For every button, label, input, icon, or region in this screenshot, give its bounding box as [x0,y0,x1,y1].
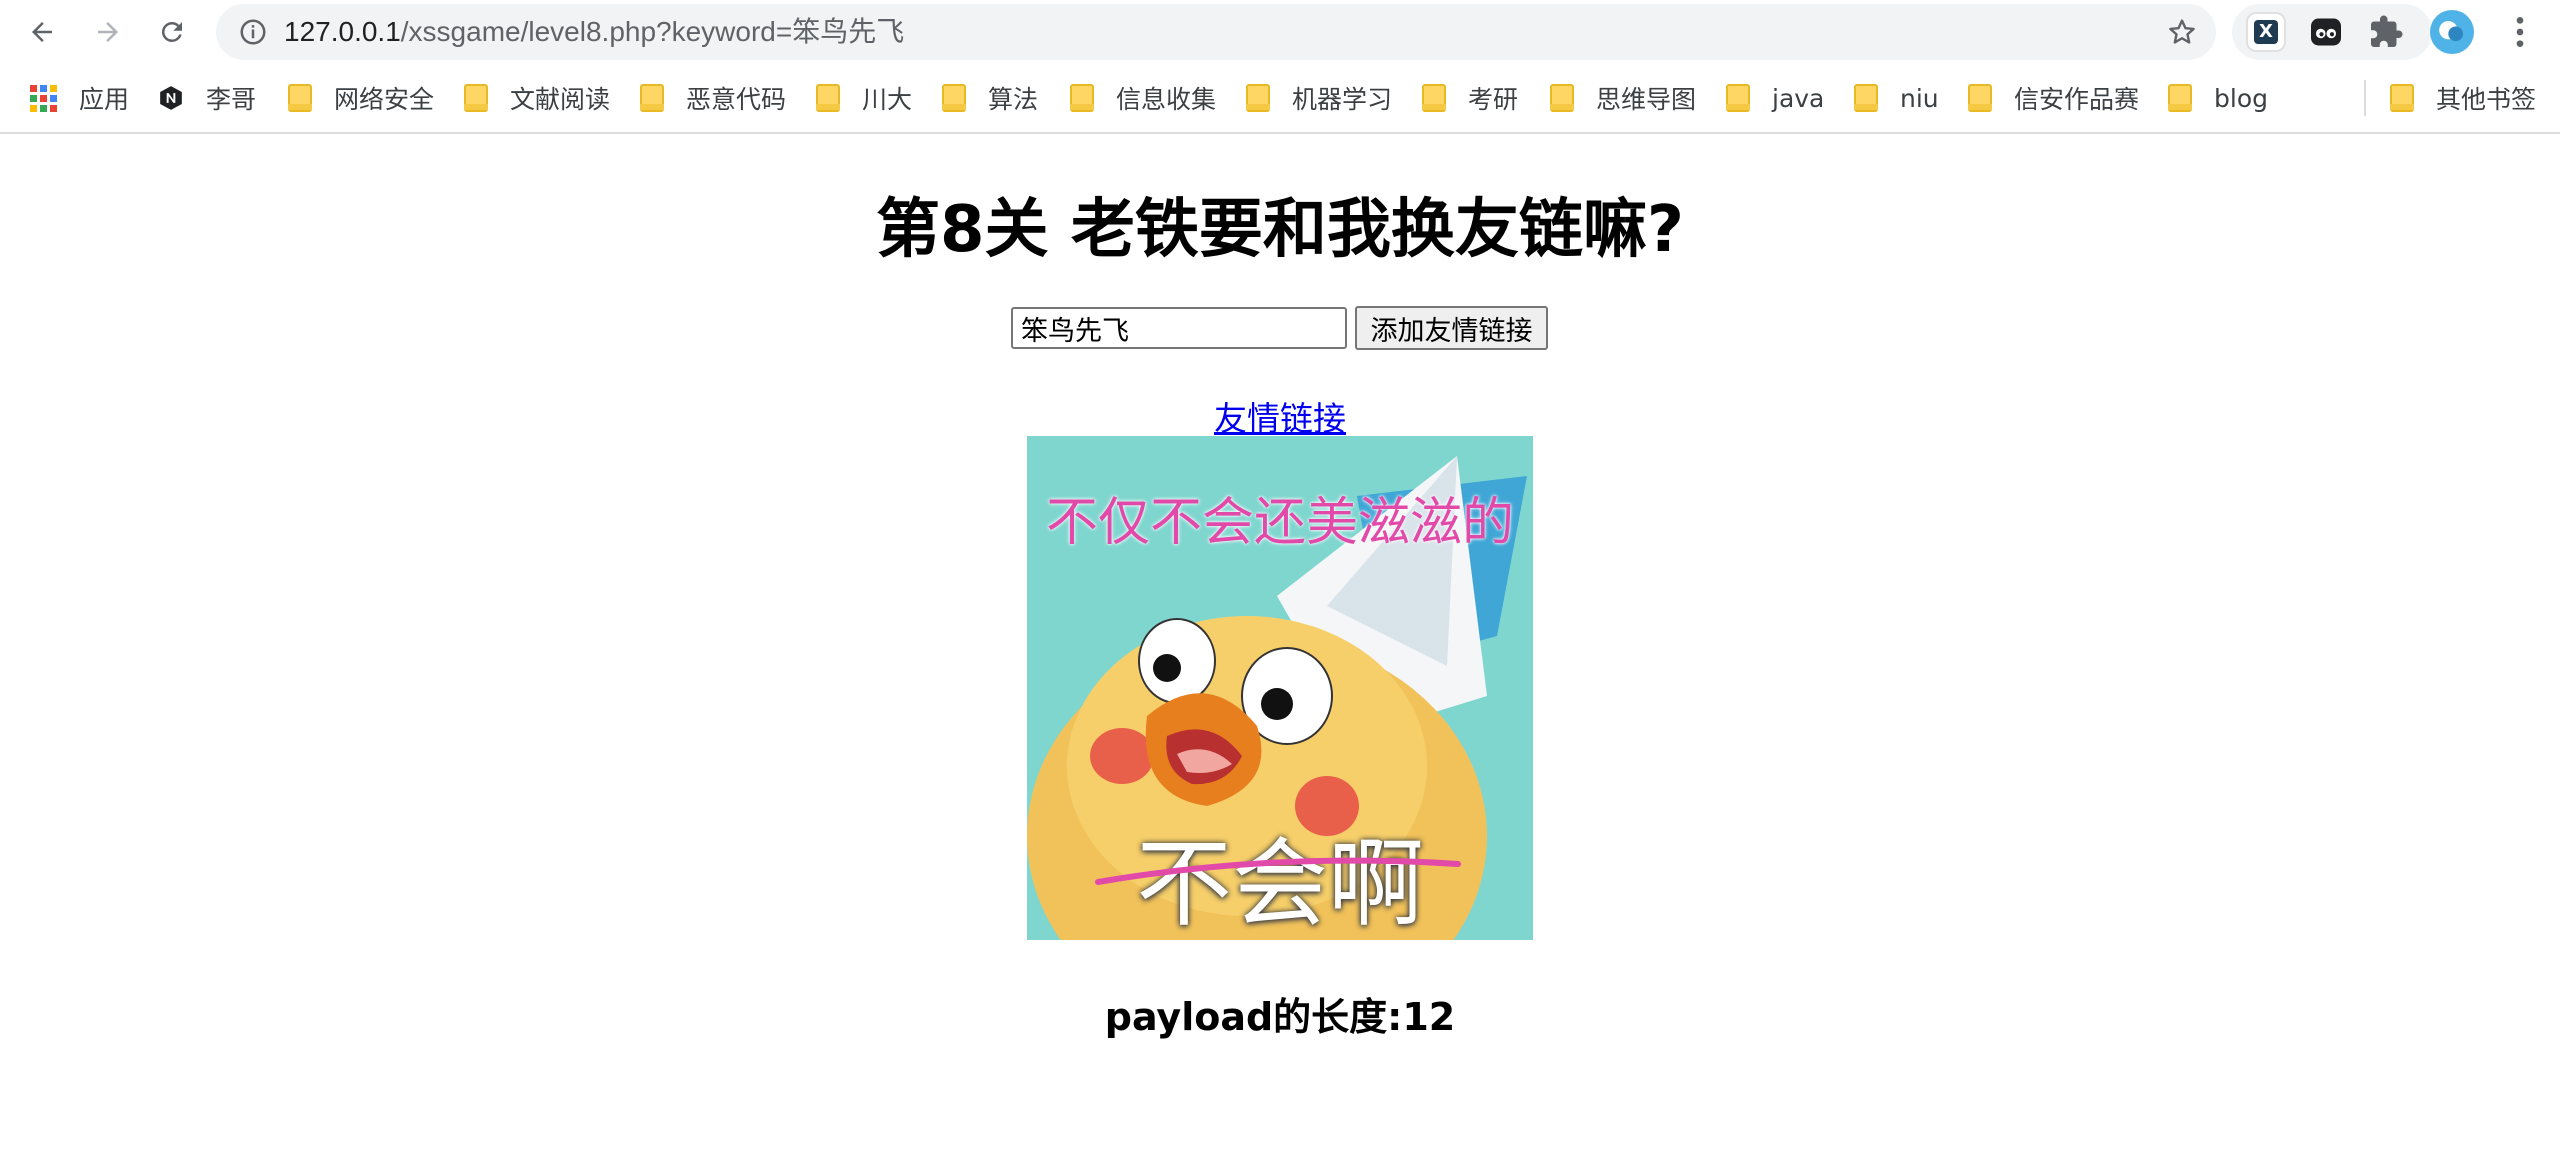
forward-button[interactable] [84,8,132,56]
reload-icon [161,21,182,42]
bookmark-star-icon[interactable] [2166,16,2198,48]
folder-icon [2390,84,2414,112]
folder-icon [1422,84,1446,112]
bookmark-folder[interactable]: 网络安全 [288,64,434,132]
extensions-puzzle-icon[interactable] [2368,14,2404,50]
bookmark-folder[interactable]: 恶意代码 [640,64,786,132]
add-friend-link-button[interactable]: 添加友情链接 [1355,306,1548,350]
bookmark-folder[interactable]: java [1726,64,1824,132]
bookmark-label: 其他书签 [2436,85,2537,114]
arrow-right-icon [98,22,118,42]
page-title: 第8关 老铁要和我换友链嘛? [876,193,1684,267]
bookmark-label: 思维导图 [1596,85,1697,114]
folder-icon [816,84,840,112]
bookmark-label: 李哥 [206,85,257,114]
bookmark-folder[interactable]: 文献阅读 [464,64,610,132]
bookmark-folder[interactable]: 川大 [816,64,912,132]
bookmark-folder[interactable]: 信安作品赛 [1968,64,2139,132]
url-host: 127.0.0.1 [284,16,401,47]
bookmark-item[interactable]: 李哥 [158,64,256,132]
bookmark-label: 文献阅读 [510,85,611,114]
bookmark-folder[interactable]: blog [2168,64,2268,132]
meme-image: 不仅不会还美滋滋的 不会啊 [1027,436,1533,940]
bookmarks-bar: 应用 李哥 网络安全 文献阅读 恶意代码 川大 算法 信息收集 机器学习 考研 … [0,64,2560,134]
bookmark-folder[interactable]: niu [1854,64,1939,132]
extension-eyes-icon[interactable] [2308,14,2344,50]
folder-icon [1550,84,1574,112]
back-button[interactable] [18,8,66,56]
extensions-area: X [2232,4,2432,60]
more-menu-icon[interactable] [2500,12,2540,52]
bookmark-label: 机器学习 [1292,85,1393,114]
profile-avatar-icon[interactable] [2430,10,2474,54]
bookmark-folder[interactable]: 考研 [1422,64,1518,132]
bookmark-label: 应用 [79,85,130,114]
url-text[interactable]: 127.0.0.1/xssgame/level8.php?keyword=笨鸟先… [284,4,904,60]
folder-icon [464,84,488,112]
folder-icon [1854,84,1878,112]
friend-link[interactable]: 友情链接 [0,392,2560,440]
bookmark-apps[interactable]: 应用 [30,64,129,132]
address-bar[interactable]: 127.0.0.1/xssgame/level8.php?keyword=笨鸟先… [216,4,2216,60]
folder-icon [2168,84,2192,112]
folder-icon [942,84,966,112]
bookmark-label: java [1772,83,1825,113]
folder-icon [1968,84,1992,112]
bookmark-label: 恶意代码 [686,85,787,114]
bookmark-other-folder[interactable]: 其他书签 [2390,64,2536,132]
arrow-left-icon [32,22,52,42]
bookmark-label: 信安作品赛 [2014,85,2140,114]
bookmark-folder[interactable]: 信息收集 [1070,64,1216,132]
extension-x-icon[interactable]: X [2248,14,2284,50]
bookmark-label: 川大 [862,85,913,114]
bookmark-folder[interactable]: 思维导图 [1550,64,1696,132]
strikethrough-line-icon [1095,857,1461,885]
info-icon[interactable] [238,17,268,47]
apps-grid-icon [30,84,57,112]
bookmarks-separator [2364,80,2366,116]
bookmark-label: 考研 [1468,85,1519,114]
folder-icon [288,84,312,112]
folder-icon [1246,84,1270,112]
bookmark-folder[interactable]: 算法 [942,64,1038,132]
folder-icon [1726,84,1750,112]
url-path: /xssgame/level8.php?keyword=笨鸟先飞 [400,16,905,47]
bookmark-folder[interactable]: 机器学习 [1246,64,1392,132]
avatar-glyph-icon [2439,21,2463,42]
bookmark-label: niu [1900,83,1939,113]
notion-n-icon [160,86,182,110]
bookmark-label: 算法 [988,85,1039,114]
browser-toolbar: 127.0.0.1/xssgame/level8.php?keyword=笨鸟先… [0,0,2560,64]
bookmark-label: 网络安全 [334,85,435,114]
folder-icon [640,84,664,112]
bookmark-label: 信息收集 [1116,85,1217,114]
folder-icon [1070,84,1094,112]
bookmark-label: blog [2214,83,2268,113]
meme-caption-top: 不仅不会还美滋滋的 [1045,493,1514,553]
payload-length-text: payload的长度:12 [1104,995,1456,1039]
keyword-input[interactable] [1011,307,1347,349]
reload-button[interactable] [148,8,196,56]
